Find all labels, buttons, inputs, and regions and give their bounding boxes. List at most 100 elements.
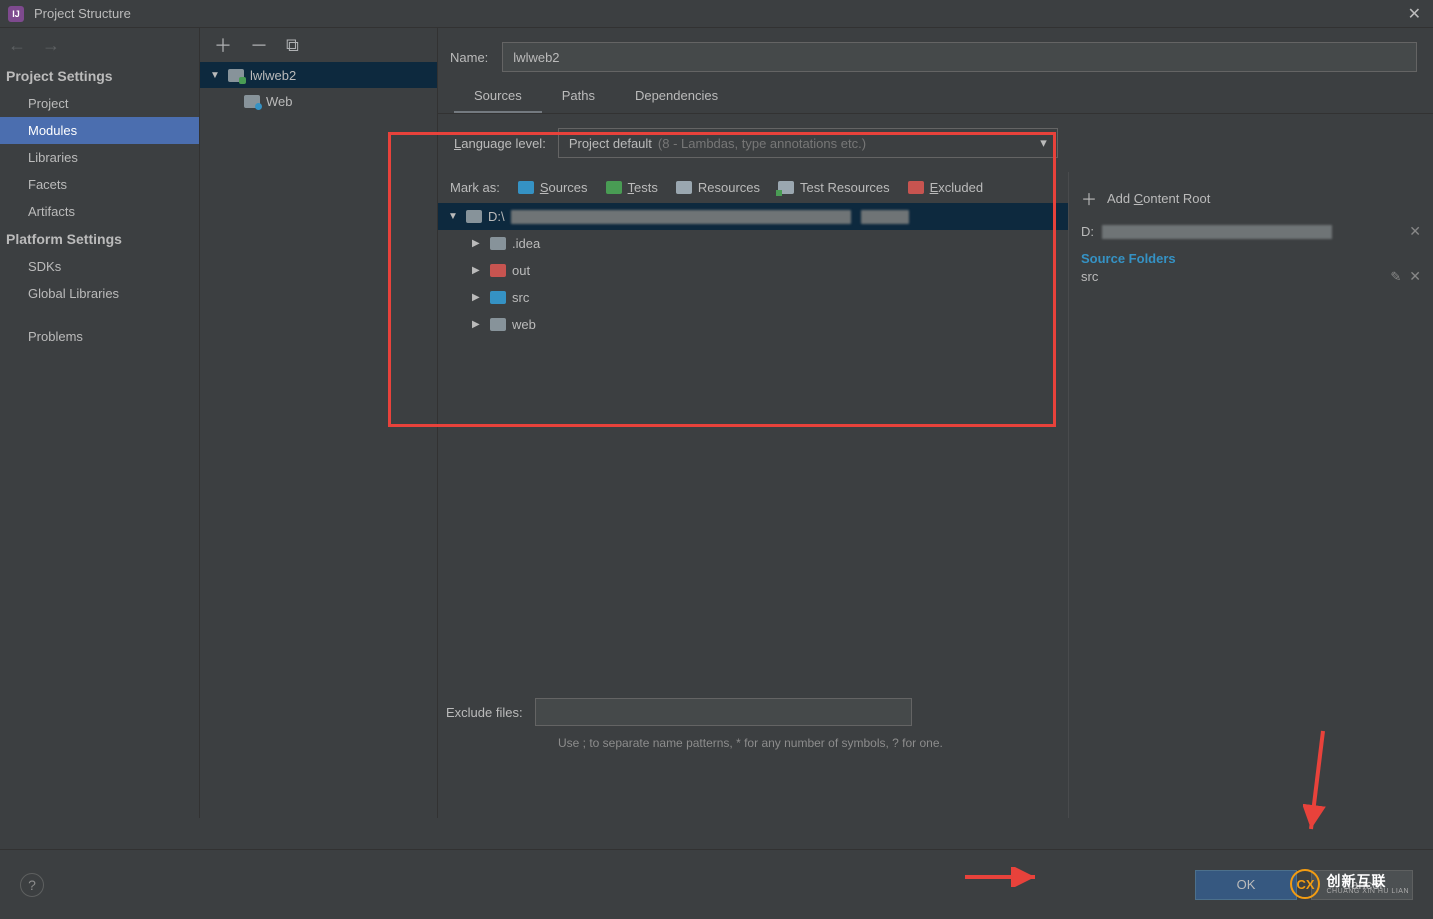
dialog-footer: ? OK Cancel [0, 849, 1433, 919]
ok-button[interactable]: OK [1195, 870, 1297, 900]
mark-as-row: Mark as: Sources Tests Resources Test Re… [438, 172, 1068, 203]
module-toolbar: ＋ － ⧉ [200, 28, 437, 62]
exclude-files-row: Exclude files: [438, 668, 1068, 730]
name-row: Name: [438, 28, 1433, 82]
source-folders-header: Source Folders [1077, 243, 1425, 268]
expand-icon[interactable]: ▶ [472, 265, 484, 276]
content-root-path: D: [1081, 224, 1094, 239]
folder-icon [490, 291, 506, 304]
name-input[interactable] [502, 42, 1417, 72]
folder-icon [490, 237, 506, 250]
nav-item-facets[interactable]: Facets [0, 171, 199, 198]
nav-item-libraries[interactable]: Libraries [0, 144, 199, 171]
title-bar: IJ Project Structure ✕ [0, 0, 1433, 28]
module-tree-panel: ＋ － ⧉ ▼ lwlweb2 Web [200, 28, 438, 818]
module-name: lwlweb2 [250, 68, 296, 83]
tree-row-src[interactable]: ▶ src [438, 284, 1068, 311]
nav-item-modules[interactable]: Modules [0, 117, 199, 144]
window-title: Project Structure [34, 6, 1404, 21]
mark-excluded-button[interactable]: Excluded [908, 180, 983, 195]
main-area: ← → Project Settings Project Modules Lib… [0, 28, 1433, 818]
name-label: Name: [450, 50, 488, 65]
redacted-text [511, 210, 851, 224]
exclude-files-label: Exclude files: [446, 705, 523, 720]
language-level-hint: (8 - Lambdas, type annotations etc.) [658, 136, 866, 151]
module-tabs: Sources Paths Dependencies [438, 82, 1433, 114]
source-folder-name: src [1081, 269, 1098, 284]
expand-icon[interactable]: ▶ [472, 238, 484, 249]
remove-root-icon[interactable]: ✕ [1409, 223, 1421, 240]
expand-icon[interactable]: ▶ [472, 292, 484, 303]
copy-icon[interactable]: ⧉ [286, 35, 299, 56]
watermark-icon: CX [1290, 869, 1320, 899]
folder-name: out [512, 263, 530, 278]
tree-row-idea[interactable]: ▶ .idea [438, 230, 1068, 257]
facet-name: Web [266, 94, 293, 109]
watermark-text-cn: 创新互联 [1326, 874, 1409, 888]
tab-dependencies[interactable]: Dependencies [615, 82, 738, 113]
expand-icon[interactable]: ▼ [210, 70, 222, 81]
forward-icon[interactable]: → [42, 35, 60, 56]
folder-icon [490, 318, 506, 331]
watermark-text-en: CHUANG XIN HU LIAN [1326, 888, 1409, 895]
sources-area: Mark as: Sources Tests Resources Test Re… [438, 172, 1433, 818]
sources-left: Mark as: Sources Tests Resources Test Re… [438, 172, 1068, 818]
nav-heading-project-settings: Project Settings [0, 62, 199, 90]
nav-item-sdks[interactable]: SDKs [0, 253, 199, 280]
folder-icon [676, 181, 692, 194]
content-root-row[interactable]: D: ✕ [1077, 220, 1425, 243]
folder-icon [466, 210, 482, 223]
remove-icon[interactable]: ✕ [1409, 268, 1421, 285]
content-root-tree: ▼ D:\ ▶ .idea ▶ out [438, 203, 1068, 338]
redacted-text [861, 210, 909, 224]
close-icon[interactable]: ✕ [1404, 4, 1425, 24]
content-roots-panel: ＋ Add Content Root D: ✕ Source Folders s… [1068, 172, 1433, 818]
nav-history: ← → [0, 28, 199, 62]
folder-name: src [512, 290, 529, 305]
mark-resources-button[interactable]: Resources [676, 180, 760, 195]
folder-icon [490, 264, 506, 277]
collapse-icon[interactable]: ▼ [448, 211, 460, 222]
nav-item-project[interactable]: Project [0, 90, 199, 117]
tab-sources[interactable]: Sources [454, 82, 542, 113]
language-level-value: Project default [569, 136, 652, 151]
nav-item-global-libraries[interactable]: Global Libraries [0, 280, 199, 307]
nav-item-artifacts[interactable]: Artifacts [0, 198, 199, 225]
right-panel: Name: Sources Paths Dependencies LLangua… [438, 28, 1433, 818]
tab-paths[interactable]: Paths [542, 82, 615, 113]
module-icon [228, 69, 244, 82]
add-content-root-button[interactable]: ＋ Add Content Root [1077, 182, 1425, 220]
mark-as-label: Mark as: [450, 180, 500, 195]
nav-item-problems[interactable]: Problems [0, 323, 199, 350]
remove-icon[interactable]: － [250, 32, 268, 58]
folder-icon [518, 181, 534, 194]
plus-icon: ＋ [1081, 186, 1097, 210]
mark-sources-button[interactable]: Sources [518, 180, 588, 195]
redacted-text [1102, 225, 1332, 239]
folder-name: .idea [512, 236, 540, 251]
folder-name: web [512, 317, 536, 332]
edit-icon[interactable]: ✎ [1390, 269, 1401, 285]
folder-icon [908, 181, 924, 194]
nav-heading-platform-settings: Platform Settings [0, 225, 199, 253]
expand-icon[interactable]: ▶ [472, 319, 484, 330]
folder-icon [606, 181, 622, 194]
add-icon[interactable]: ＋ [214, 32, 232, 58]
tree-row-out[interactable]: ▶ out [438, 257, 1068, 284]
source-folder-row[interactable]: src ✎ ✕ [1077, 268, 1425, 285]
module-row-web[interactable]: Web [200, 88, 437, 114]
mark-test-resources-button[interactable]: Test Resources [778, 180, 890, 195]
language-level-select[interactable]: Project default (8 - Lambdas, type annota… [558, 128, 1058, 158]
help-button[interactable]: ? [20, 873, 44, 897]
tree-root-row[interactable]: ▼ D:\ [438, 203, 1068, 230]
module-row-root[interactable]: ▼ lwlweb2 [200, 62, 437, 88]
left-nav: ← → Project Settings Project Modules Lib… [0, 28, 200, 818]
web-facet-icon [244, 95, 260, 108]
exclude-files-input[interactable] [535, 698, 913, 726]
language-level-row: LLanguage level:anguage level: Project d… [438, 114, 1433, 172]
root-path-text: D:\ [488, 209, 505, 224]
mark-tests-button[interactable]: Tests [606, 180, 658, 195]
back-icon[interactable]: ← [8, 35, 26, 56]
tree-row-web[interactable]: ▶ web [438, 311, 1068, 338]
folder-icon [778, 181, 794, 194]
